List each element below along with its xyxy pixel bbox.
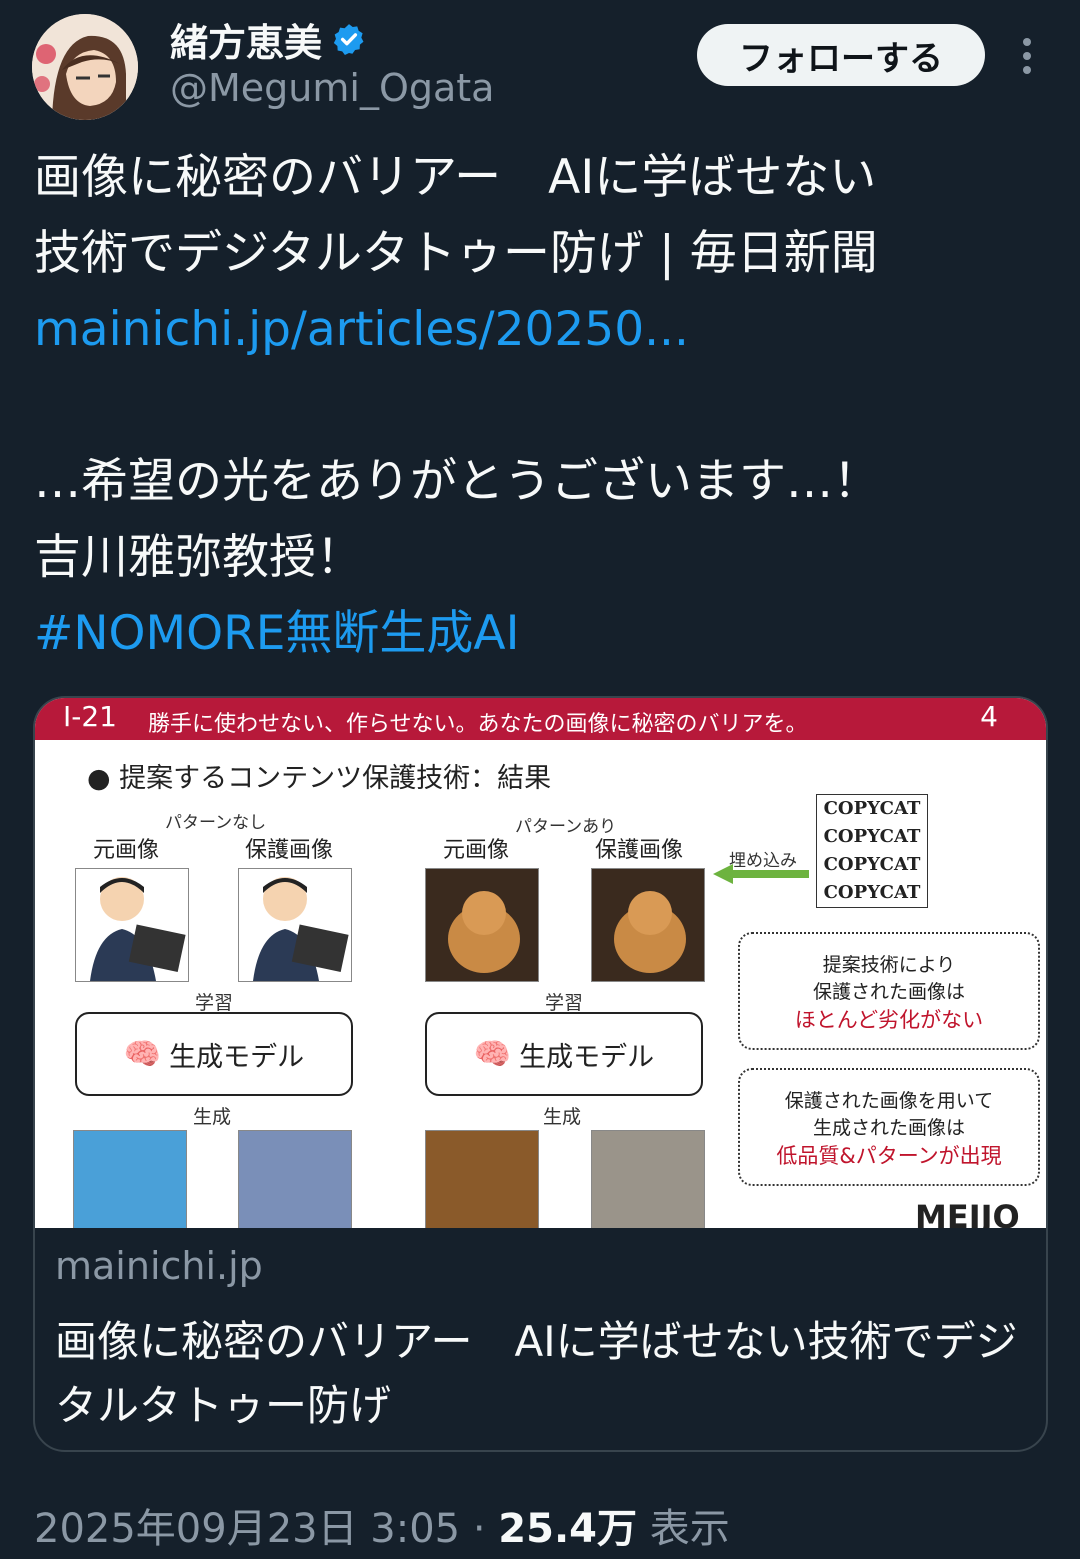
note-line: 保護された画像を用いて xyxy=(784,1090,994,1112)
meta-separator: · xyxy=(460,1506,499,1552)
generation-label: 生成 xyxy=(193,1106,232,1128)
views-label: 表示 xyxy=(637,1506,730,1552)
copycat-text: COPYCAT xyxy=(823,798,921,819)
view-count: 25.4万 xyxy=(498,1506,637,1552)
cat-image xyxy=(425,868,539,982)
generative-model-box: 🧠 生成モデル xyxy=(425,1012,703,1096)
more-options-icon[interactable] xyxy=(1010,34,1044,78)
generated-kid-image xyxy=(73,1130,187,1228)
label-original: 元画像 xyxy=(443,838,510,863)
copycat-text: COPYCAT xyxy=(823,826,921,847)
tweet-line: …希望の光をありがとうございます…！ xyxy=(34,454,880,509)
generated-cat-image xyxy=(425,1130,539,1228)
verified-badge-icon xyxy=(333,24,364,56)
tweet-line: 画像に秘密のバリアー AIに学ばせない xyxy=(34,150,877,205)
note-line: 保護された画像は xyxy=(812,981,965,1003)
link-preview-card[interactable]: I-21 勝手に使わせない、作らせない。あなたの画像に秘密のバリアを。 4 ● … xyxy=(33,696,1048,1452)
label-protected: 保護画像 xyxy=(595,838,684,863)
timestamp[interactable]: 2025年09月23日 3:05 xyxy=(34,1506,460,1552)
generative-model-box: 🧠 生成モデル xyxy=(75,1012,353,1096)
hashtag-link[interactable]: #NOMORE無断生成AI xyxy=(34,596,1044,672)
slide-id: I-21 xyxy=(63,700,117,733)
label-protected: 保護画像 xyxy=(245,838,334,863)
card-image[interactable]: I-21 勝手に使わせない、作らせない。あなたの画像に秘密のバリアを。 4 ● … xyxy=(35,698,1046,1228)
slide-bullet: ● 提案するコンテンツ保護技術：結果 xyxy=(87,763,552,794)
tweet-line: 技術でデジタルタトゥー防げ | 毎日新聞 xyxy=(34,226,878,281)
tweet-line: 吉川雅弥教授！ xyxy=(34,530,363,585)
brain-icon: 🧠 xyxy=(473,1036,512,1072)
handle[interactable]: @Megumi_Ogata xyxy=(170,66,494,110)
cat-protected-image xyxy=(591,868,705,982)
follow-button[interactable]: フォローする xyxy=(697,24,985,86)
copycat-text: COPYCAT xyxy=(823,854,921,875)
model-label: 生成モデル xyxy=(169,1041,305,1073)
note-highlight: 低品質&パターンが出現 xyxy=(776,1144,1002,1168)
slide-page: 4 xyxy=(980,700,998,733)
slide-header: I-21 勝手に使わせない、作らせない。あなたの画像に秘密のバリアを。 4 xyxy=(35,698,1046,740)
generated-degraded-image xyxy=(591,1130,705,1228)
label-original: 元画像 xyxy=(93,838,160,863)
note-quality-box: 提案技術により 保護された画像は ほとんど劣化がない xyxy=(738,932,1040,1050)
generation-label: 生成 xyxy=(543,1106,582,1128)
brain-icon: 🧠 xyxy=(123,1036,162,1072)
learning-label: 学習 xyxy=(545,992,584,1014)
copycat-text: COPYCAT xyxy=(823,882,921,903)
card-domain: mainichi.jp xyxy=(55,1244,263,1288)
businessman-image xyxy=(75,868,189,982)
businessman-protected-image xyxy=(238,868,352,982)
embed-arrow-icon xyxy=(713,864,809,884)
left-caption: パターンなし xyxy=(165,813,267,833)
generated-noise-image xyxy=(238,1130,352,1228)
display-name[interactable]: 緒方恵美 xyxy=(170,12,322,67)
slide-title: 勝手に使わせない、作らせない。あなたの画像に秘密のバリアを。 xyxy=(148,712,808,737)
note-line: 生成された画像は xyxy=(812,1117,965,1139)
note-highlight: ほとんど劣化がない xyxy=(794,1008,984,1032)
note-degradation-box: 保護された画像を用いて 生成された画像は 低品質&パターンが出現 xyxy=(738,1068,1040,1186)
avatar[interactable] xyxy=(32,14,138,120)
copycat-pattern-box: COPYCAT COPYCAT COPYCAT COPYCAT xyxy=(816,794,928,908)
meijo-logo: MEIJO xyxy=(915,1198,1020,1228)
avatar-illustration xyxy=(32,14,138,120)
article-link[interactable]: mainichi.jp/articles/20250... xyxy=(34,292,1044,368)
tweet-text: 画像に秘密のバリアー AIに学ばせない 技術でデジタルタトゥー防げ | 毎日新聞… xyxy=(34,140,1044,672)
tweet-meta: 2025年09月23日 3:05 · 25.4万 表示 xyxy=(34,1496,730,1554)
model-label: 生成モデル xyxy=(519,1041,655,1073)
card-title: 画像に秘密のバリアー AIに学ばせない技術でデジタルタトゥー防げ xyxy=(55,1317,1018,1430)
author-name-row[interactable]: 緒方恵美 xyxy=(170,12,366,67)
learning-label: 学習 xyxy=(195,992,234,1014)
note-line: 提案技術により xyxy=(822,954,956,976)
